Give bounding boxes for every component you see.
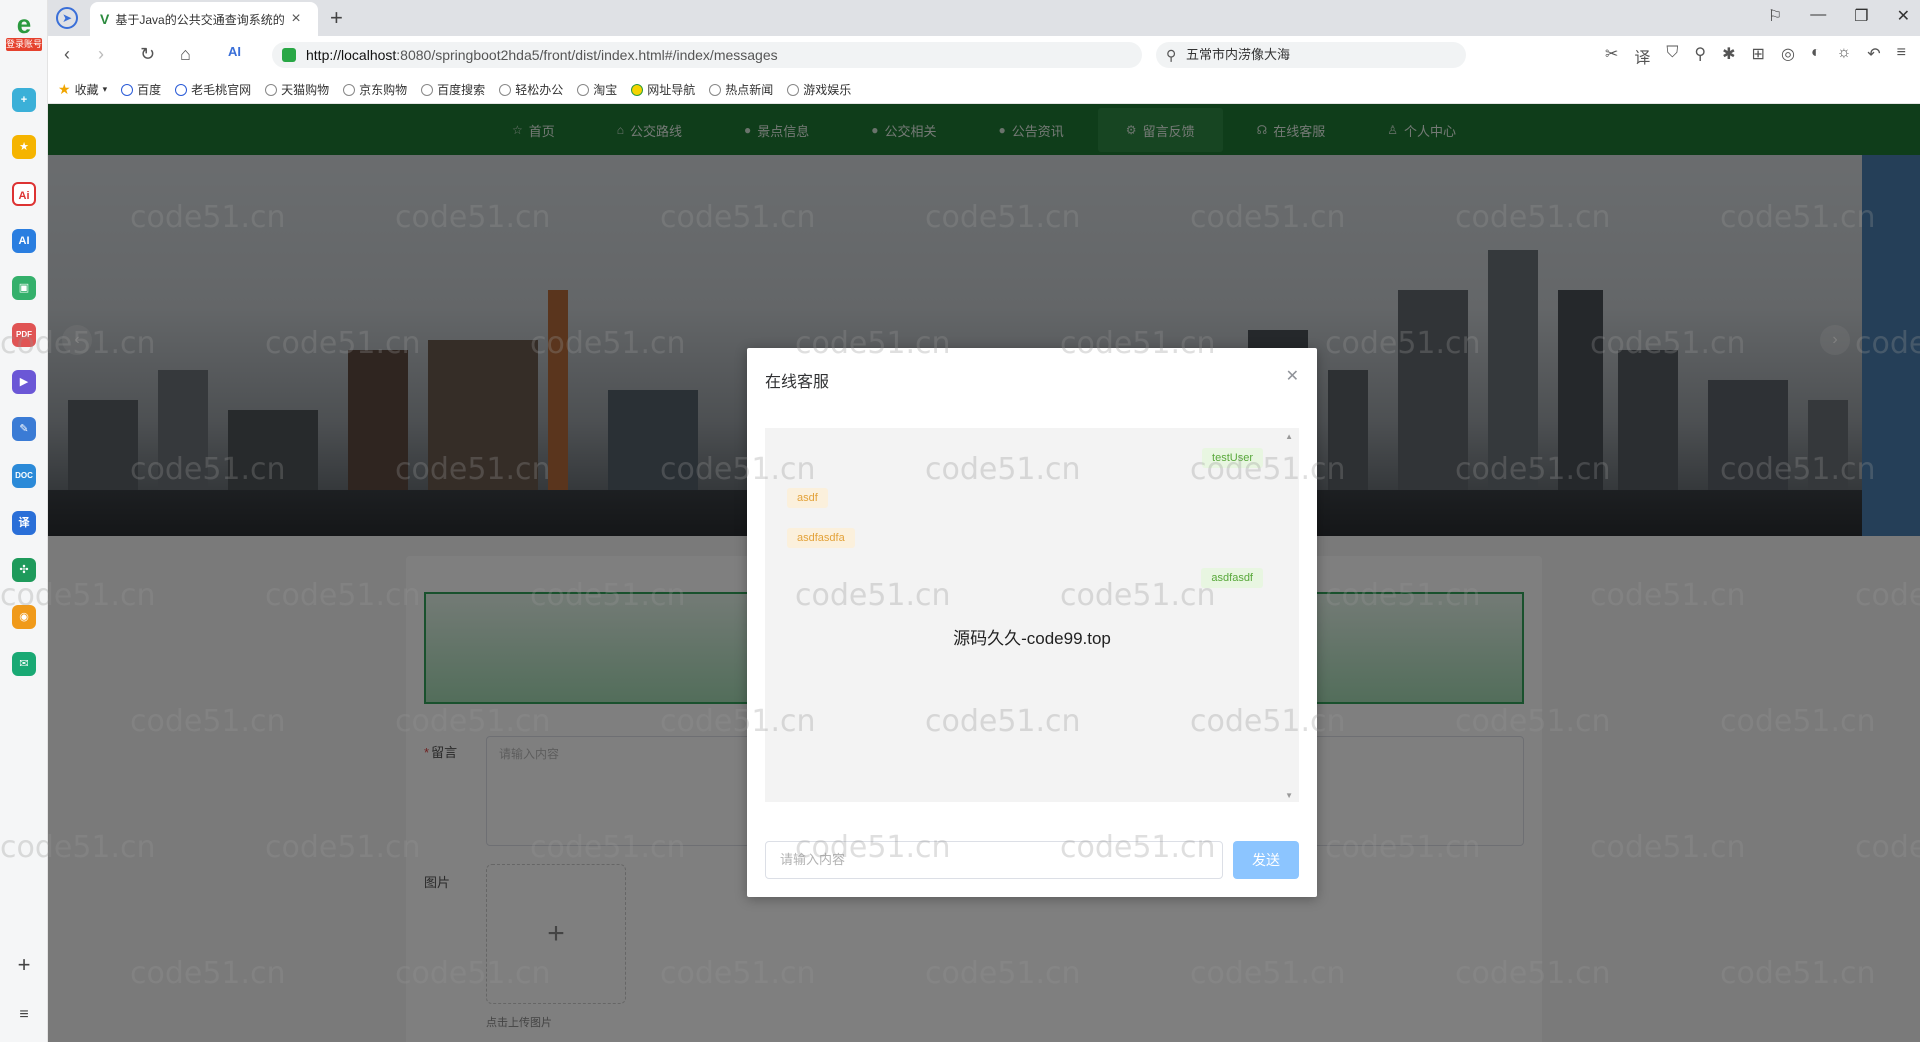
ai-app-icon[interactable]: AI — [12, 229, 36, 253]
globe-icon — [175, 83, 188, 96]
online-service-dialog: 在线客服 ✕ ▲ testUser asdf asdfasdfa asdfasd… — [747, 348, 1317, 897]
close-icon[interactable]: ✕ — [1286, 366, 1299, 386]
extensions-icon[interactable]: ✱ — [1722, 44, 1735, 68]
tab-close-icon[interactable]: × — [291, 10, 300, 28]
globe-icon — [577, 83, 590, 96]
bookmarks-bar: ★ 收藏 ▾ 百度 老毛桃官网 天猫购物 京东购物 百度搜索 轻松办公 淘宝 网址导… — [48, 76, 1920, 104]
grid-icon[interactable]: ⊞ — [1752, 44, 1765, 68]
back-button[interactable]: ‹ — [64, 44, 70, 65]
ai-button[interactable]: AI — [228, 44, 241, 59]
overlay-watermark-text: 源码久久-code99.top — [953, 629, 1111, 648]
minimize-button[interactable]: — — [1810, 6, 1826, 26]
bookmark-baidu-search[interactable]: 百度搜索 — [421, 81, 485, 98]
favorites-star-icon: ★ — [58, 81, 71, 97]
edge-icon[interactable]: ◐ — [1811, 44, 1821, 68]
send-button[interactable]: 发送 — [1233, 841, 1299, 879]
nav-icon — [631, 83, 644, 96]
ai-assistant-icon[interactable]: Ai — [12, 182, 36, 206]
chat-message: asdfasdfa — [787, 528, 855, 548]
chat-input[interactable]: 请输入内容 — [765, 841, 1223, 879]
search-input[interactable]: ⚲ 五常市内涝像大海 — [1156, 42, 1466, 68]
globe-icon — [265, 83, 278, 96]
bookmark-nav[interactable]: 网址导航 — [631, 81, 695, 98]
browser-side-panel: e 登录账号 + ★ Ai AI ▣ PDF ▶ ✎ DOC 译 ✣ ◉ ✉ +… — [0, 0, 48, 1042]
undo-icon[interactable]: ↶ — [1867, 44, 1880, 68]
star-icon[interactable]: ★ — [12, 135, 36, 159]
translate-tool-icon[interactable]: 译 — [1634, 44, 1650, 68]
notes-icon[interactable]: ✎ — [12, 417, 36, 441]
weibo-icon[interactable]: ◉ — [12, 605, 36, 629]
dialog-title: 在线客服 — [765, 374, 830, 391]
mail-icon[interactable]: ✉ — [12, 652, 36, 676]
url-host: http://localhost — [306, 47, 397, 63]
tab-title: 基于Java的公共交通查询系统的 — [115, 12, 285, 27]
chat-history[interactable]: ▲ testUser asdf asdfasdfa asdfasdf ▼ — [765, 428, 1299, 802]
search-text: 五常市内涝像大海 — [1186, 47, 1291, 62]
image-icon[interactable]: ▣ — [12, 276, 36, 300]
url-bar[interactable]: http://localhost:8080/springboot2hda5/fr… — [272, 42, 1142, 68]
menu-list-icon[interactable]: ≡ — [12, 1006, 36, 1024]
bookmark-laomaotao[interactable]: 老毛桃官网 — [175, 81, 251, 98]
globe-icon — [343, 83, 356, 96]
forward-button[interactable]: › — [98, 44, 104, 65]
color-icon[interactable]: ◎ — [1781, 44, 1795, 68]
video-icon[interactable]: ▶ — [12, 370, 36, 394]
shield-icon[interactable]: ⛉ — [1666, 44, 1678, 68]
bookmark-games[interactable]: 游戏娱乐 — [787, 81, 851, 98]
new-tab-button[interactable]: + — [330, 5, 343, 31]
baidu-icon — [121, 83, 134, 96]
scissors-icon[interactable]: ✂ — [1605, 44, 1618, 68]
bookmark-taobao[interactable]: 淘宝 — [577, 81, 617, 98]
globe-icon — [421, 83, 434, 96]
chat-message: asdfasdf — [1201, 568, 1263, 588]
brightness-icon[interactable]: ☼ — [1837, 44, 1852, 68]
globe-icon — [499, 83, 512, 96]
add-panel-icon[interactable]: + — [12, 952, 36, 978]
home-button[interactable]: ⌂ — [180, 44, 191, 65]
scroll-up-icon[interactable]: ▲ — [1285, 432, 1293, 441]
bookmark-news[interactable]: 热点新闻 — [709, 81, 773, 98]
address-toolbar: ‹ › ↻ ⌂ AI http://localhost:8080/springb… — [48, 36, 1920, 74]
web-page: ☆首页 ⌂公交路线 ●景点信息 ●公交相关 ●公告资讯 ⚙留言反馈 ☊在线客服 … — [48, 104, 1920, 1042]
translate-icon[interactable]: 译 — [12, 511, 36, 535]
bookmark-jd[interactable]: 京东购物 — [343, 81, 407, 98]
globe-icon — [787, 83, 800, 96]
pdf-icon[interactable]: PDF — [12, 323, 36, 347]
bookmark-favorites[interactable]: ★ 收藏 ▾ — [58, 81, 107, 98]
menu-icon[interactable]: ≡ — [1897, 44, 1906, 68]
bookmark-tmall[interactable]: 天猫购物 — [265, 81, 329, 98]
login-tag[interactable]: 登录账号 — [6, 38, 42, 51]
scroll-down-icon[interactable]: ▼ — [1285, 791, 1293, 800]
globe-icon — [709, 83, 722, 96]
chat-message: testUser — [1202, 448, 1263, 468]
calculator-icon[interactable]: + — [12, 88, 36, 112]
search-icon: ⚲ — [1166, 47, 1177, 63]
shirt-icon[interactable]: ⚐ — [1768, 6, 1782, 26]
bookmark-office[interactable]: 轻松办公 — [499, 81, 563, 98]
tab-bar: ➤ V 基于Java的公共交通查询系统的 × + ⚐ — ❐ ✕ — [48, 0, 1920, 36]
chevron-down-icon: ▾ — [102, 84, 108, 94]
browser-e-icon: e — [16, 9, 32, 39]
reload-button[interactable]: ↻ — [140, 44, 155, 65]
close-window-button[interactable]: ✕ — [1897, 6, 1910, 26]
url-path: :8080/springboot2hda5/front/dist/index.h… — [396, 47, 778, 63]
compass-icon[interactable]: ➤ — [56, 7, 78, 29]
secure-icon — [282, 48, 296, 62]
browser-tab[interactable]: V 基于Java的公共交通查询系统的 × — [90, 2, 318, 36]
doc-icon[interactable]: DOC — [12, 464, 36, 488]
chat-message: asdf — [787, 488, 828, 508]
vue-favicon-icon: V — [100, 11, 110, 27]
browser-logo[interactable]: e 登录账号 — [6, 10, 42, 56]
zoom-icon[interactable]: ⚲ — [1694, 44, 1706, 68]
restore-button[interactable]: ❐ — [1854, 6, 1868, 26]
mindmap-icon[interactable]: ✣ — [12, 558, 36, 582]
bookmark-baidu[interactable]: 百度 — [121, 81, 161, 98]
